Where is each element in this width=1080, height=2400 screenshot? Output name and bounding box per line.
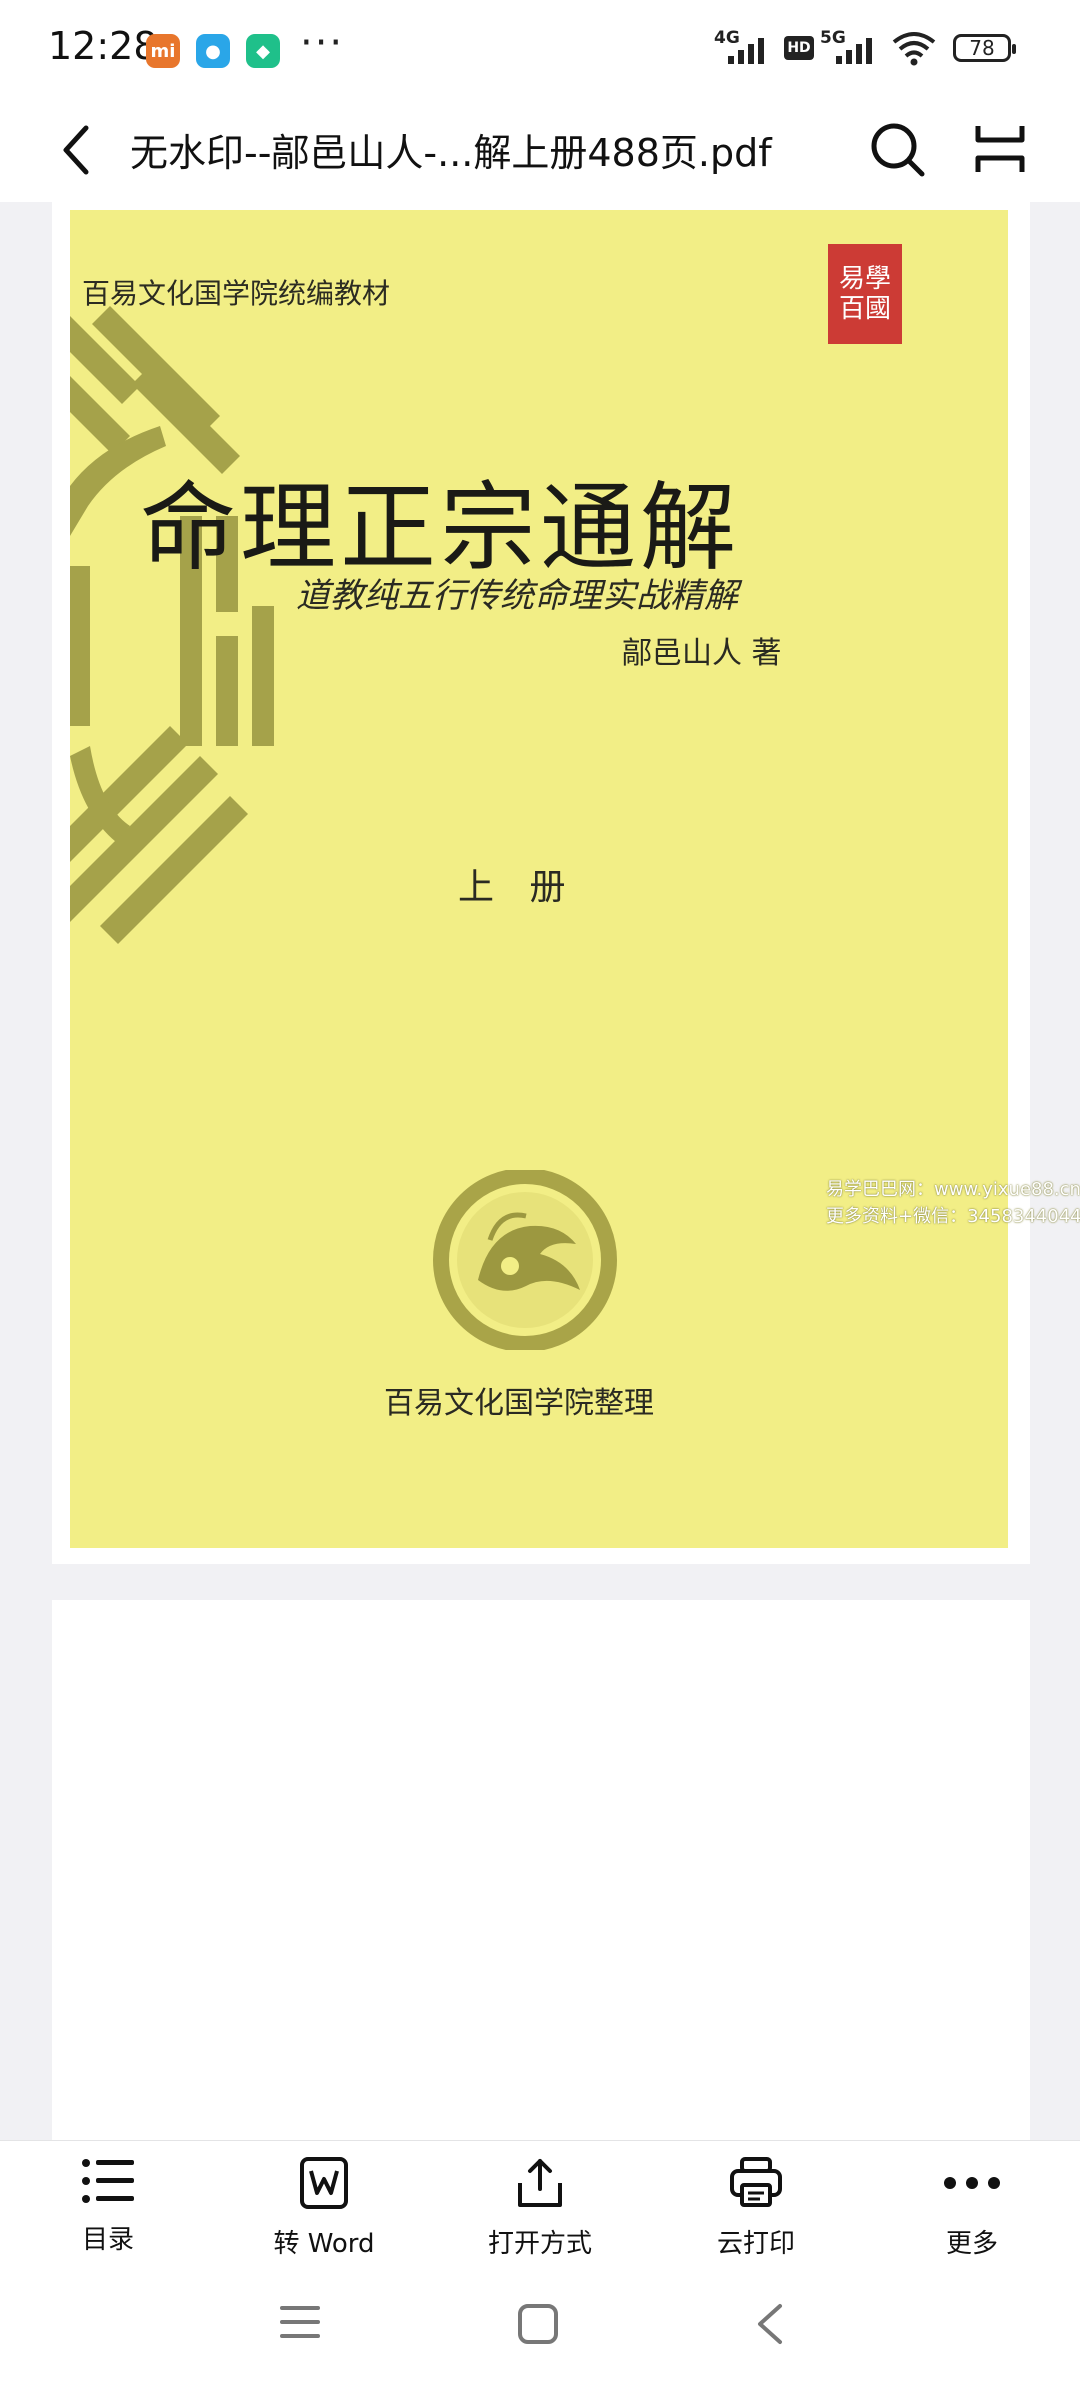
battery-indicator: 78 xyxy=(953,34,1016,62)
open-with-button[interactable]: 打开方式 xyxy=(460,2155,620,2260)
wifi-icon xyxy=(892,32,936,66)
list-icon xyxy=(82,2159,134,2203)
share-upload-icon xyxy=(518,2159,562,2207)
app-header: 无水印--鄗邑山人-...解上册488页.pdf xyxy=(0,100,1080,202)
more-dots-icon xyxy=(944,2177,1000,2189)
medallion-emblem xyxy=(433,1170,617,1350)
more-label: 更多 xyxy=(945,2229,998,2259)
bagua-decoration xyxy=(70,306,274,944)
page-layout-icon[interactable] xyxy=(972,118,1028,180)
cloud-print-button[interactable]: 云打印 xyxy=(676,2155,836,2260)
book-subtitle: 道教纯五行传统命理实战精解 xyxy=(296,576,738,616)
nav-back-icon[interactable] xyxy=(752,2302,788,2346)
bottom-toolbar: 目录 转 Word 打开方式 云打印 更多 xyxy=(0,2140,1080,2261)
toc-label: 目录 xyxy=(81,2225,134,2255)
more-button[interactable]: 更多 xyxy=(892,2155,1052,2260)
search-icon[interactable] xyxy=(868,118,928,180)
signal-strength-icon xyxy=(728,38,764,64)
cover-publisher: 百易文化国学院整理 xyxy=(384,1386,654,1421)
back-arrow-icon[interactable] xyxy=(56,120,96,180)
book-author: 鄗邑山人 著 xyxy=(622,636,782,671)
word-document-icon xyxy=(300,2157,348,2209)
battery-level: 78 xyxy=(969,36,995,60)
document-title: 无水印--鄗邑山人-...解上册488页.pdf xyxy=(130,131,772,175)
toc-button[interactable]: 目录 xyxy=(28,2155,188,2256)
cover-series-label: 百易文化国学院统编教材 xyxy=(82,277,391,310)
clock: 12:28 xyxy=(48,24,158,68)
convert-to-word-label: 转 Word xyxy=(273,2229,375,2259)
chat-app-icon: ● xyxy=(196,34,230,68)
hd-voice-badge: HD xyxy=(784,36,814,60)
status-bar: 12:28 mi ● ◆ ··· 4G HD 5G 78 xyxy=(0,0,1080,100)
watermark-line-2: 更多资料+微信：3458344044 xyxy=(826,1206,1080,1227)
watermark-text: 易学巴巴网：www.yixue88.cn 更多资料+微信：3458344044 xyxy=(826,1176,1080,1230)
system-navigation-bar xyxy=(0,2260,1080,2400)
seal-text-top: 易學 xyxy=(838,264,891,294)
red-seal-stamp: 易學 百國 xyxy=(828,244,902,344)
watermark-line-1: 易学巴巴网：www.yixue88.cn xyxy=(826,1179,1080,1200)
volume-label: 上 册 xyxy=(458,867,578,908)
seal-text-bottom: 百國 xyxy=(838,294,891,324)
book-cover: 百易文化国学院统编教材 易學 百國 命理正宗通解 道教纯五行传统命理实战精解 鄗… xyxy=(70,210,1008,1548)
signal-strength-icon xyxy=(836,38,872,64)
menu-icon[interactable] xyxy=(278,2302,322,2342)
cloud-print-label: 云打印 xyxy=(716,2229,795,2259)
open-with-label: 打开方式 xyxy=(487,2229,592,2259)
pdf-page-2[interactable] xyxy=(52,1600,1030,2140)
printer-icon xyxy=(730,2157,782,2207)
convert-to-word-button[interactable]: 转 Word xyxy=(244,2155,404,2260)
mi-app-icon: mi xyxy=(146,34,180,68)
security-app-icon: ◆ xyxy=(246,34,280,68)
more-notifications-icon: ··· xyxy=(300,20,345,66)
home-icon[interactable] xyxy=(516,2302,560,2346)
